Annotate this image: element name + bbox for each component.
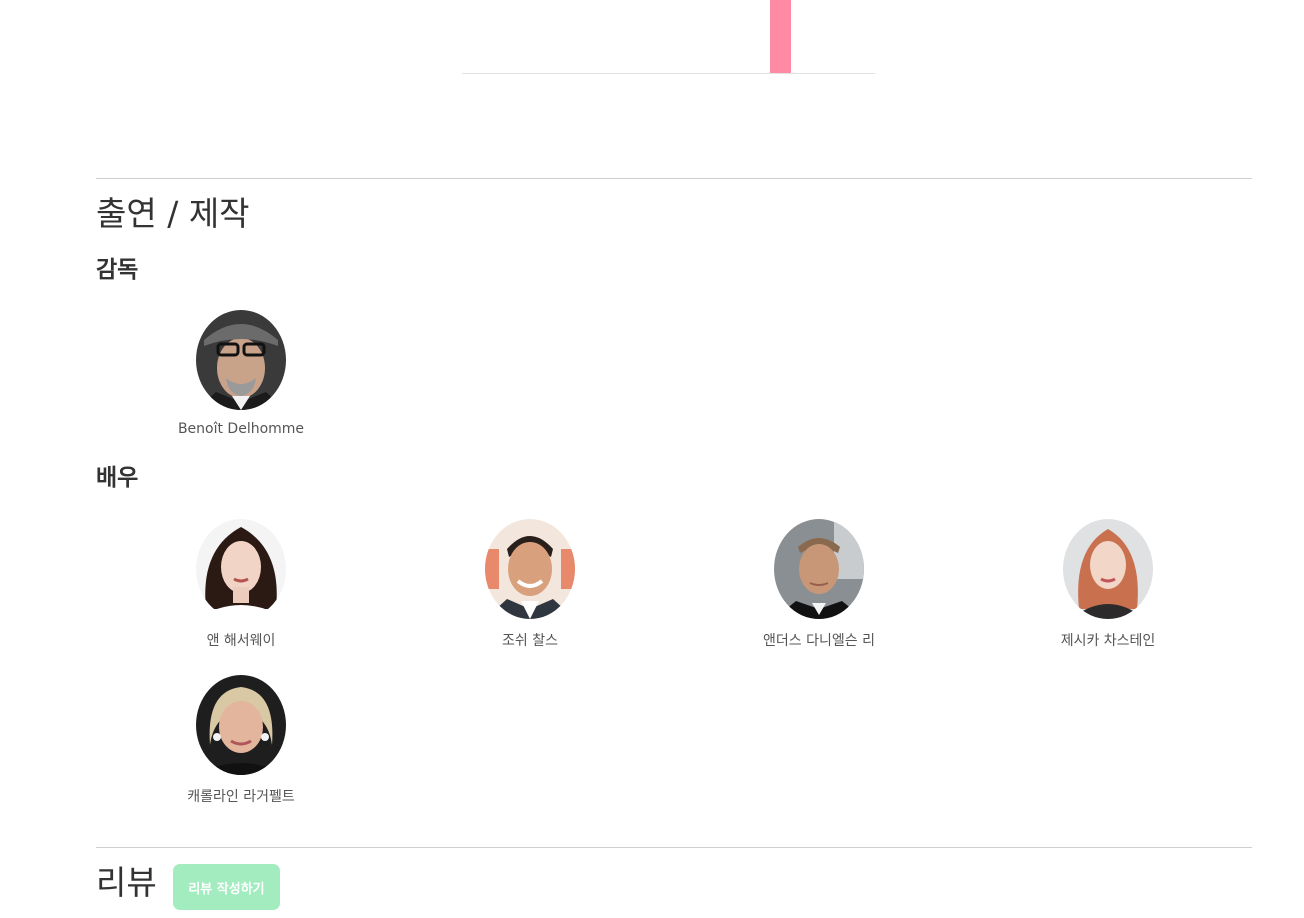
director-card[interactable]: Benoît Delhomme <box>141 310 341 437</box>
cast-card[interactable]: 앤 해서웨이 <box>141 519 341 650</box>
cast-name: 앤더스 다니엘슨 리 <box>763 633 875 649</box>
cast-photo[interactable] <box>774 519 864 619</box>
section-divider <box>96 178 1252 179</box>
credits-section-title: 출연 / 제작 <box>96 194 250 233</box>
rating-chart-bar <box>770 0 791 73</box>
reviews-section-title: 리뷰 <box>96 863 157 902</box>
cast-photo[interactable] <box>196 675 286 775</box>
write-review-button[interactable]: 리뷰 작성하기 <box>173 864 280 910</box>
cast-name: 캐롤라인 라거펠트 <box>187 789 295 805</box>
cast-card[interactable]: 캐롤라인 라거펠트 <box>141 675 341 806</box>
cast-card[interactable]: 제시카 차스테인 <box>1008 519 1208 650</box>
director-name: Benoît Delhomme <box>177 421 305 437</box>
cast-photo[interactable] <box>1063 519 1153 619</box>
cast-card[interactable]: 조쉬 찰스 <box>430 519 630 650</box>
rating-chart-baseline <box>462 73 875 74</box>
director-heading: 감독 <box>96 257 139 283</box>
movie-detail-page: 출연 / 제작 감독 Benoît Delhomme 배우 앤 해서웨이 조쉬 … <box>0 0 1304 918</box>
cast-name: 앤 해서웨이 <box>206 633 276 649</box>
cast-photo[interactable] <box>196 519 286 619</box>
section-divider <box>96 847 1252 848</box>
cast-name: 조쉬 찰스 <box>502 633 558 649</box>
director-photo[interactable] <box>196 310 286 410</box>
cast-heading: 배우 <box>96 465 139 491</box>
cast-photo[interactable] <box>485 519 575 619</box>
cast-card[interactable]: 앤더스 다니엘슨 리 <box>719 519 919 650</box>
cast-name: 제시카 차스테인 <box>1060 633 1156 649</box>
